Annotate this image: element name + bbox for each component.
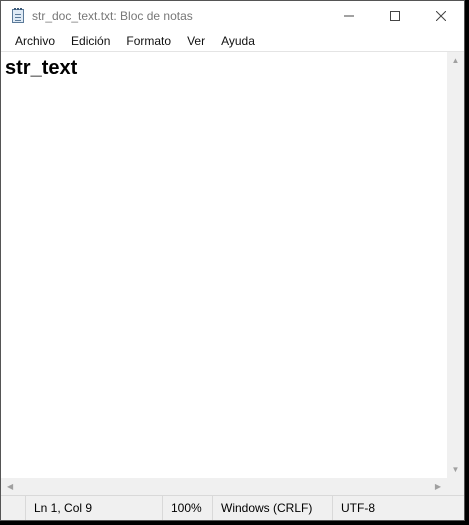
status-line-ending: Windows (CRLF) <box>212 496 332 520</box>
horizontal-scrollbar[interactable]: ◀ ▶ <box>1 478 464 495</box>
status-zoom: 100% <box>162 496 212 520</box>
text-editor[interactable]: str_text <box>1 52 447 478</box>
scroll-up-icon[interactable]: ▲ <box>452 52 460 69</box>
scroll-right-icon[interactable]: ▶ <box>435 478 441 495</box>
menu-edicion[interactable]: Edición <box>63 31 118 51</box>
close-button[interactable] <box>418 1 464 31</box>
close-icon <box>436 11 446 21</box>
notepad-window: str_doc_text.txt: Bloc de notas Archivo … <box>0 0 465 521</box>
scroll-down-icon[interactable]: ▼ <box>452 461 460 478</box>
scroll-left-icon[interactable]: ◀ <box>7 478 13 495</box>
editor-area: str_text ▲ ▼ ◀ ▶ <box>1 51 464 495</box>
minimize-button[interactable] <box>326 1 372 31</box>
status-encoding: UTF-8 <box>332 496 464 520</box>
menu-formato[interactable]: Formato <box>118 31 179 51</box>
menu-ver[interactable]: Ver <box>179 31 213 51</box>
scroll-corner <box>447 478 464 495</box>
menu-bar: Archivo Edición Formato Ver Ayuda <box>1 31 464 51</box>
maximize-icon <box>390 11 400 21</box>
notepad-icon <box>10 8 26 24</box>
window-title: str_doc_text.txt: Bloc de notas <box>32 9 193 23</box>
status-bar: Ln 1, Col 9 100% Windows (CRLF) UTF-8 <box>1 495 464 520</box>
vertical-scrollbar[interactable]: ▲ ▼ <box>447 52 464 478</box>
menu-archivo[interactable]: Archivo <box>7 31 63 51</box>
title-bar[interactable]: str_doc_text.txt: Bloc de notas <box>1 1 464 31</box>
minimize-icon <box>344 15 354 17</box>
maximize-button[interactable] <box>372 1 418 31</box>
status-position: Ln 1, Col 9 <box>25 496 162 520</box>
menu-ayuda[interactable]: Ayuda <box>213 31 263 51</box>
